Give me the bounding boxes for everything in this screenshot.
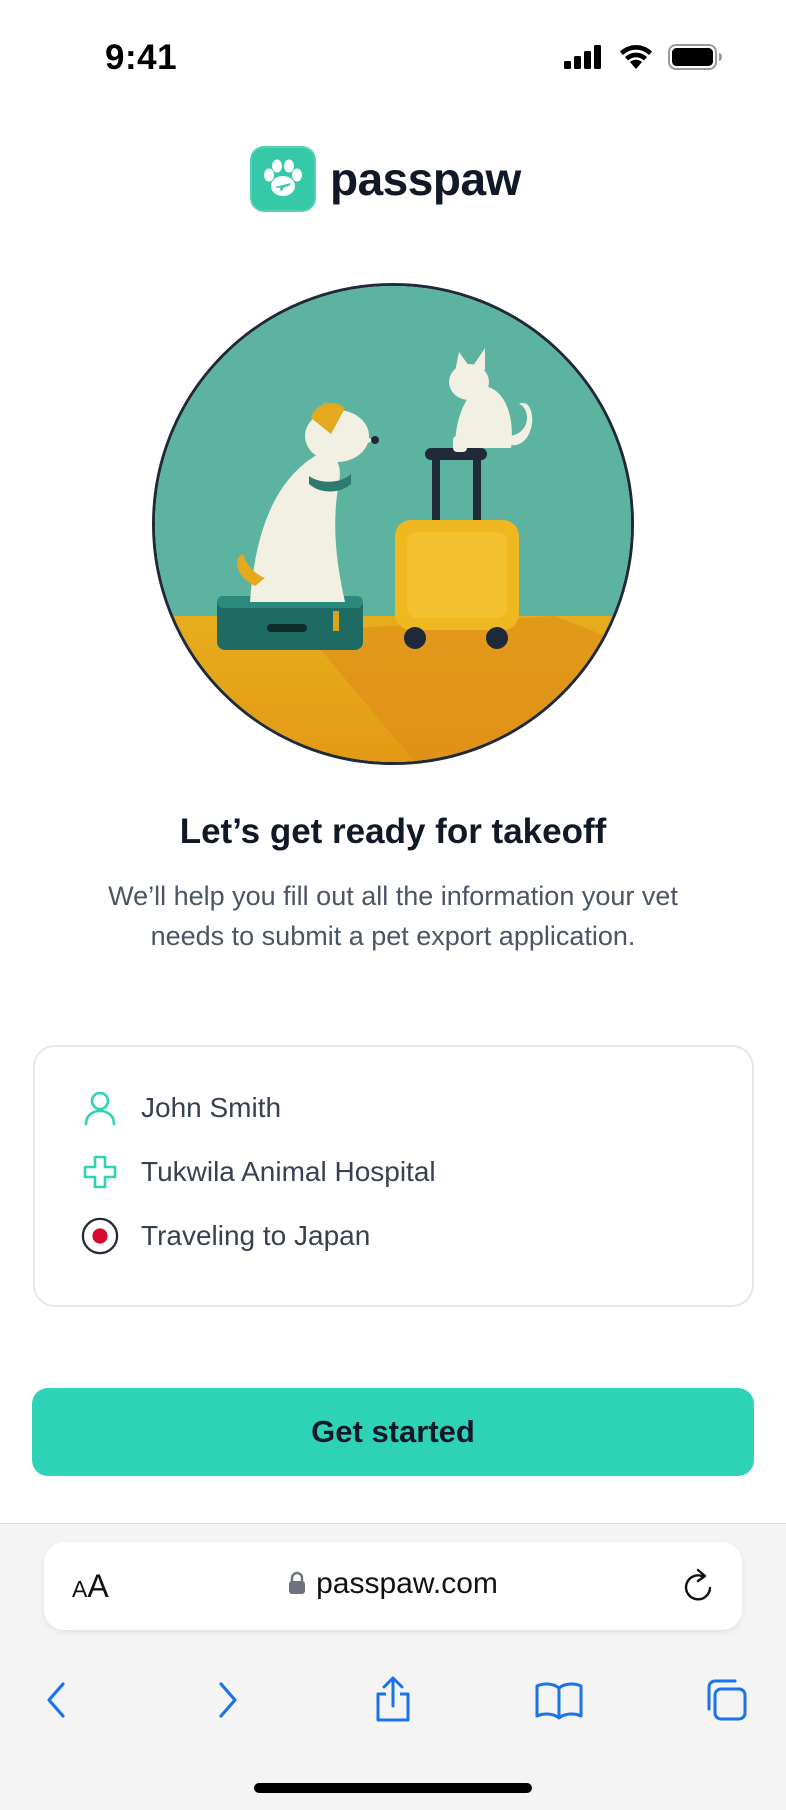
- tabs-icon[interactable]: [698, 1672, 754, 1728]
- bookmarks-icon[interactable]: [531, 1672, 587, 1728]
- battery-icon: [668, 44, 722, 70]
- destination-row: Traveling to Japan: [81, 1217, 370, 1255]
- get-started-button[interactable]: Get started: [32, 1388, 754, 1476]
- owner-name: John Smith: [141, 1092, 282, 1123]
- brand-logo: passpaw: [250, 146, 521, 212]
- home-indicator: [254, 1783, 532, 1793]
- cellular-signal-icon: [564, 45, 601, 69]
- hero-illustration: [152, 283, 634, 765]
- brand-name: passpaw: [330, 153, 521, 205]
- japan-flag-icon: [81, 1217, 119, 1255]
- reload-icon[interactable]: [680, 1566, 718, 1606]
- browser-chrome: AA passpaw.com: [0, 1523, 786, 1810]
- trip-summary-card: John Smith Tukwila Animal Hospital Trave…: [33, 1045, 754, 1307]
- owner-row: John Smith: [81, 1089, 281, 1127]
- forward-icon[interactable]: [200, 1672, 256, 1728]
- status-icons: [564, 44, 722, 70]
- user-icon: [81, 1089, 119, 1127]
- paw-plane-icon: [250, 146, 316, 212]
- status-bar: 9:41: [0, 0, 786, 110]
- page-description: We’ll help you fill out all the informat…: [108, 881, 678, 951]
- medical-cross-icon: [81, 1153, 119, 1191]
- back-icon[interactable]: [28, 1672, 84, 1728]
- url-text: passpaw.com: [316, 1567, 498, 1600]
- url-field[interactable]: passpaw.com: [44, 1567, 742, 1601]
- status-time: 9:41: [105, 38, 178, 77]
- browser-toolbar: [0, 1672, 786, 1732]
- lock-icon: [289, 1571, 306, 1594]
- wifi-icon: [620, 45, 652, 69]
- destination-text: Traveling to Japan: [141, 1220, 371, 1251]
- page-title: Let’s get ready for takeoff: [179, 812, 607, 851]
- clinic-name: Tukwila Animal Hospital: [141, 1156, 436, 1187]
- clinic-row: Tukwila Animal Hospital: [81, 1153, 436, 1191]
- share-icon[interactable]: [365, 1672, 421, 1728]
- address-bar[interactable]: AA passpaw.com: [44, 1542, 742, 1630]
